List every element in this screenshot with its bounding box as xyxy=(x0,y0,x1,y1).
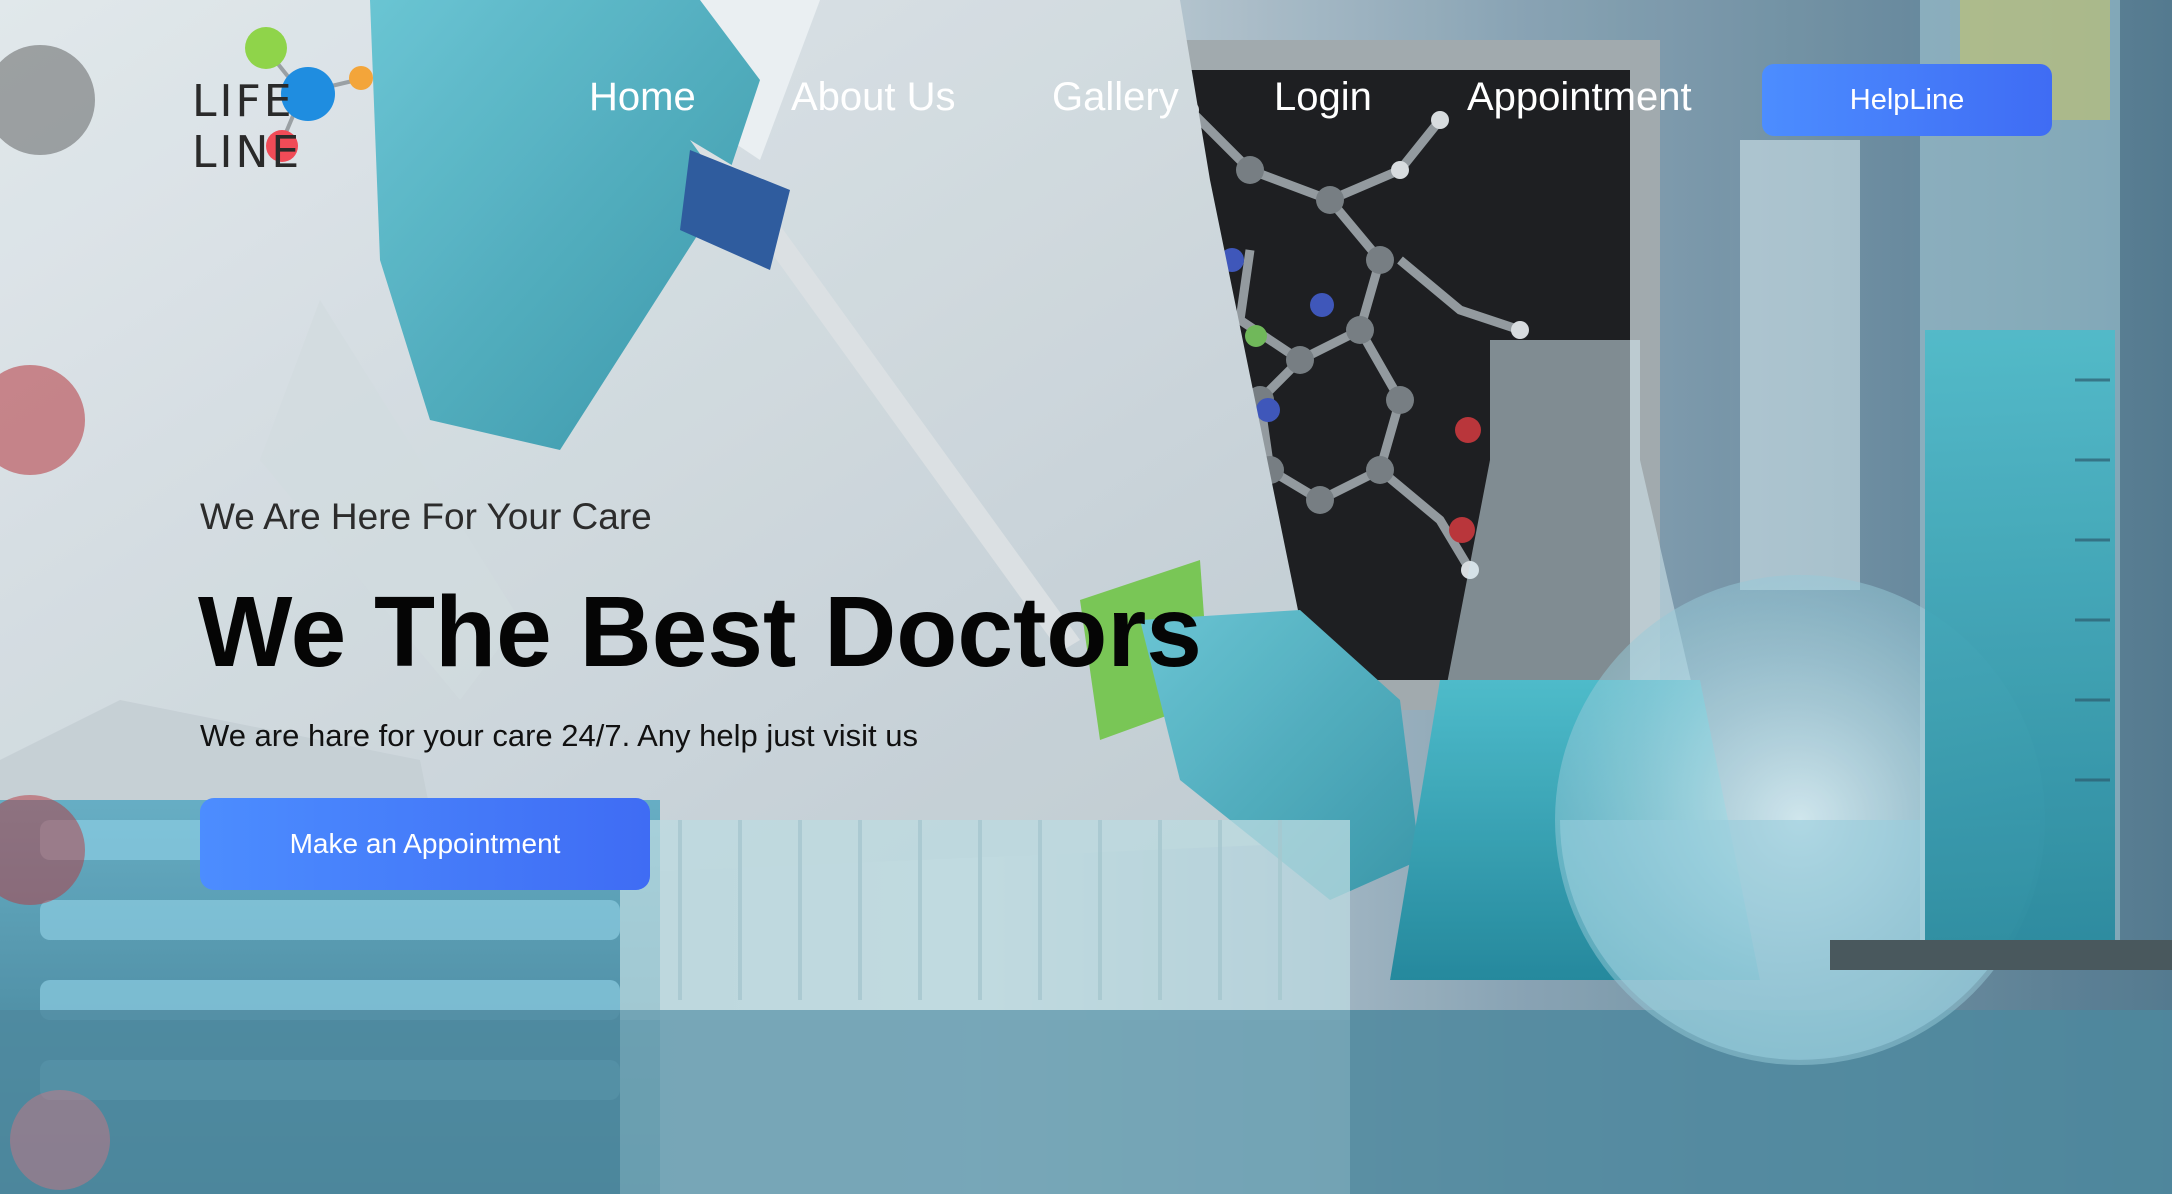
nav-item-login[interactable]: Login xyxy=(1274,70,1372,124)
nav-item-appointment[interactable]: Appointment xyxy=(1467,70,1692,124)
hero-eyebrow-text: We Are Here For Your Care xyxy=(200,496,652,537)
make-appointment-button[interactable]: Make an Appointment xyxy=(200,798,650,890)
nav-item-about-us[interactable]: About Us xyxy=(791,70,956,124)
helpline-button[interactable]: HelpLine xyxy=(1762,64,2052,136)
nav-item-gallery[interactable]: Gallery xyxy=(1052,70,1179,124)
hero-title: We The Best Doctors xyxy=(198,576,1202,688)
nav-item-home[interactable]: Home xyxy=(589,70,696,124)
landing-page: LIFE LINE Home About Us Gallery Login Ap… xyxy=(0,0,2172,1194)
hero-subtitle: We are hare for your care 24/7. Any help… xyxy=(200,718,918,753)
